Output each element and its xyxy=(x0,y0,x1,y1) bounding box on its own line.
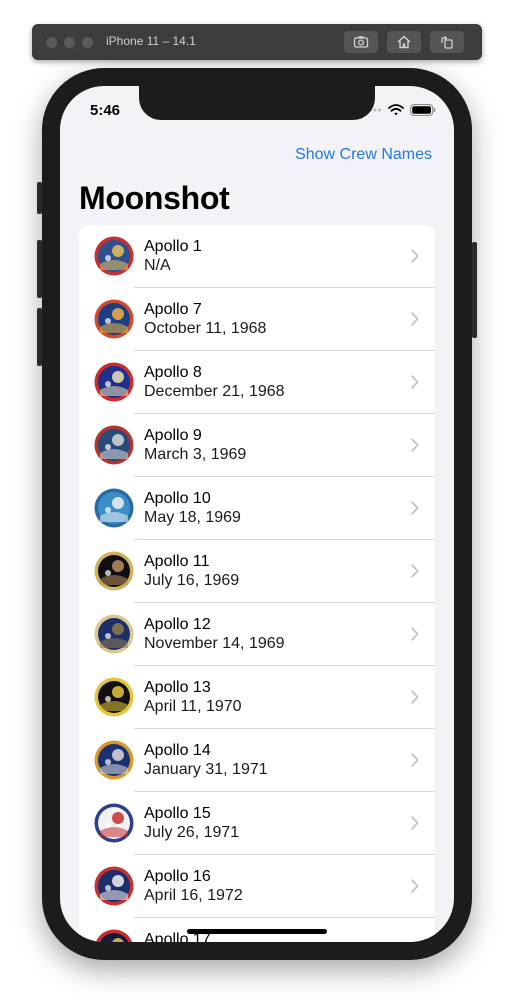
chevron-right-icon xyxy=(411,690,419,704)
battery-icon xyxy=(410,104,436,116)
mission-text: Apollo 13 April 11, 1970 xyxy=(144,678,242,716)
mission-launch-date: March 3, 1969 xyxy=(144,446,247,463)
chevron-right-icon xyxy=(411,375,419,389)
mission-launch-date: July 26, 1971 xyxy=(144,824,240,841)
mission-text: Apollo 14 January 31, 1971 xyxy=(144,741,268,779)
rotate-button[interactable] xyxy=(430,31,464,53)
home-indicator[interactable] xyxy=(187,929,327,934)
wifi-icon xyxy=(388,104,404,116)
status-time: 5:46 xyxy=(90,102,121,119)
chevron-right-icon xyxy=(411,816,419,830)
chevron-right-icon xyxy=(411,438,419,452)
notch xyxy=(139,86,375,120)
mission-text: Apollo 16 April 16, 1972 xyxy=(144,867,243,905)
mission-text: Apollo 8 December 21, 1968 xyxy=(144,363,285,401)
mission-name: Apollo 14 xyxy=(144,742,211,759)
mission-launch-date: December 21, 1968 xyxy=(144,383,285,400)
apollo-12-badge-icon xyxy=(94,614,134,654)
mission-launch-date: October 11, 1968 xyxy=(144,320,267,337)
mission-name: Apollo 10 xyxy=(144,490,211,507)
mission-text: Apollo 9 March 3, 1969 xyxy=(144,426,246,464)
mission-row[interactable]: Apollo 16 April 16, 1972 xyxy=(79,855,435,918)
chevron-right-icon xyxy=(411,879,419,893)
mission-row[interactable]: Apollo 14 January 31, 1971 xyxy=(79,729,435,792)
show-crew-names-button[interactable]: Show Crew Names xyxy=(295,146,432,164)
mission-text: Apollo 12 November 14, 1969 xyxy=(144,615,285,653)
phone-screen: 5:46 Show Crew Names Moonshot Apollo 1 N… xyxy=(60,86,454,942)
mission-name: Apollo 13 xyxy=(144,679,211,696)
mission-launch-date: January 31, 1971 xyxy=(144,761,268,778)
chevron-right-icon xyxy=(411,312,419,326)
chevron-right-icon xyxy=(411,627,419,641)
apollo-10-badge-icon xyxy=(94,488,134,528)
apollo-17-badge-icon xyxy=(94,929,134,942)
chevron-right-icon xyxy=(411,753,419,767)
mission-name: Apollo 9 xyxy=(144,427,202,444)
mission-list: Apollo 1 N/A Apollo 7 October 11, 1968 A… xyxy=(79,225,435,942)
apollo-9-badge-icon xyxy=(94,425,134,465)
mission-name: Apollo 16 xyxy=(144,868,211,885)
simulator-title: iPhone 11 – 14.1 xyxy=(106,34,196,48)
chevron-right-icon xyxy=(411,564,419,578)
apollo-15-badge-icon xyxy=(94,803,134,843)
mission-row[interactable]: Apollo 1 N/A xyxy=(79,225,435,288)
screenshot-button[interactable] xyxy=(344,31,378,53)
mission-launch-date: November 14, 1969 xyxy=(144,635,285,652)
mission-row[interactable]: Apollo 12 November 14, 1969 xyxy=(79,603,435,666)
page-title: Moonshot xyxy=(79,180,230,216)
status-icons xyxy=(364,104,436,116)
camera-icon xyxy=(353,36,369,48)
chevron-right-icon xyxy=(411,249,419,263)
apollo-8-badge-icon xyxy=(94,362,134,402)
mission-text: Apollo 1 N/A xyxy=(144,237,202,275)
power-button xyxy=(472,242,477,338)
mission-launch-date: April 11, 1970 xyxy=(144,698,242,715)
mission-row[interactable]: Apollo 9 March 3, 1969 xyxy=(79,414,435,477)
mission-row[interactable]: Apollo 15 July 26, 1971 xyxy=(79,792,435,855)
mission-name: Apollo 1 xyxy=(144,238,202,255)
mission-launch-date: May 18, 1969 xyxy=(144,509,241,526)
mission-name: Apollo 15 xyxy=(144,805,211,822)
apollo-1-badge-icon xyxy=(94,236,134,276)
mission-name: Apollo 12 xyxy=(144,616,211,633)
home-button[interactable] xyxy=(387,31,421,53)
iphone-frame: 5:46 Show Crew Names Moonshot Apollo 1 N… xyxy=(37,68,477,960)
mission-row[interactable]: Apollo 7 October 11, 1968 xyxy=(79,288,435,351)
mission-text: Apollo 11 July 16, 1969 xyxy=(144,552,239,590)
mission-row[interactable]: Apollo 11 July 16, 1969 xyxy=(79,540,435,603)
volume-up-button xyxy=(37,240,42,298)
apollo-13-badge-icon xyxy=(94,677,134,717)
mute-switch xyxy=(37,182,42,214)
mission-name: Apollo 7 xyxy=(144,301,202,318)
apollo-7-badge-icon xyxy=(94,299,134,339)
mission-row[interactable]: Apollo 10 May 18, 1969 xyxy=(79,477,435,540)
mission-launch-date: N/A xyxy=(144,257,171,274)
simulator-titlebar: iPhone 11 – 14.1 xyxy=(32,24,482,60)
mission-row[interactable]: Apollo 13 April 11, 1970 xyxy=(79,666,435,729)
minimize-window-button[interactable] xyxy=(64,37,75,48)
volume-down-button xyxy=(37,308,42,366)
mission-name: Apollo 11 xyxy=(144,553,210,570)
apollo-11-badge-icon xyxy=(94,551,134,591)
apollo-14-badge-icon xyxy=(94,740,134,780)
rotate-icon xyxy=(441,36,453,49)
mission-launch-date: July 16, 1969 xyxy=(144,572,240,589)
mission-row[interactable]: Apollo 8 December 21, 1968 xyxy=(79,351,435,414)
chevron-right-icon xyxy=(411,501,419,515)
close-window-button[interactable] xyxy=(46,37,57,48)
mission-name: Apollo 8 xyxy=(144,364,202,381)
home-icon xyxy=(397,35,411,49)
mission-text: Apollo 10 May 18, 1969 xyxy=(144,489,241,527)
mission-text: Apollo 7 October 11, 1968 xyxy=(144,300,266,338)
mission-text: Apollo 15 July 26, 1971 xyxy=(144,804,239,842)
mission-launch-date: April 16, 1972 xyxy=(144,887,243,904)
zoom-window-button[interactable] xyxy=(82,37,93,48)
apollo-16-badge-icon xyxy=(94,866,134,906)
